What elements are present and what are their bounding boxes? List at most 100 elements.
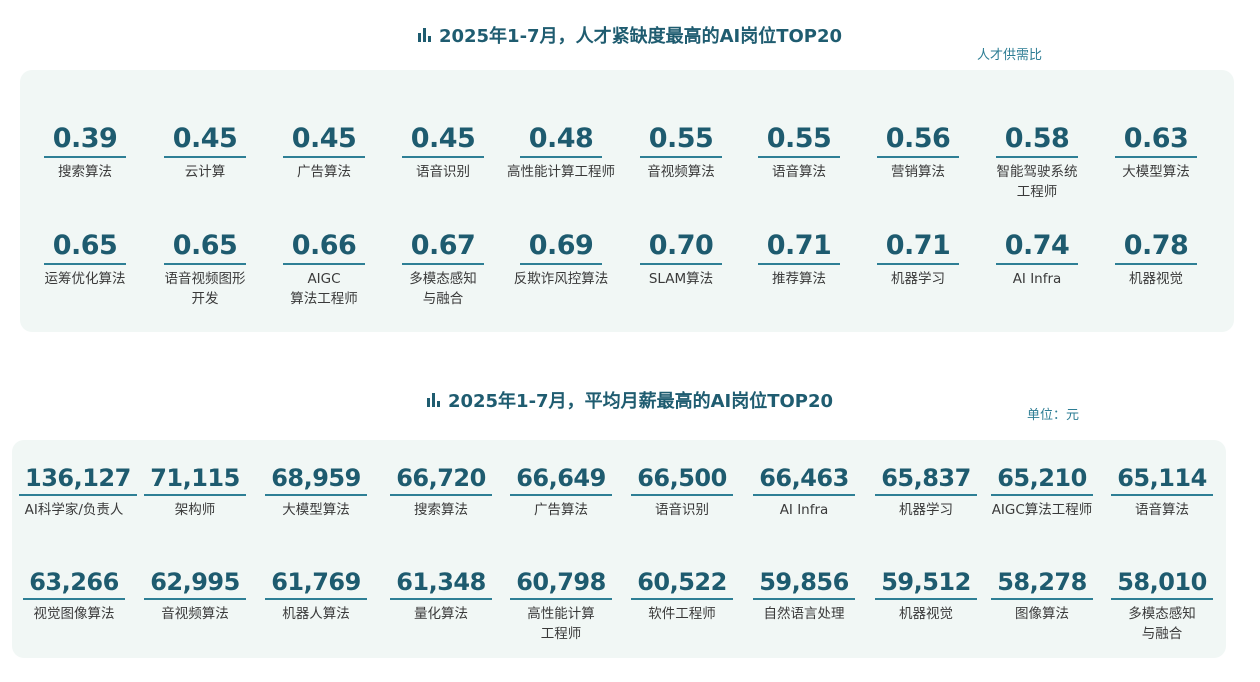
job-value: 0.74 <box>996 230 1078 265</box>
job-value: 0.63 <box>1115 123 1197 158</box>
job-item: 0.58 智能驾驶系统 工程师 <box>982 123 1092 202</box>
job-value: 0.71 <box>758 230 840 265</box>
job-item: 0.69 反欺诈风控算法 <box>506 230 616 289</box>
job-label: 搜索算法 <box>414 502 468 518</box>
job-value: 136,127 <box>19 464 137 496</box>
job-value: 0.78 <box>1115 230 1197 265</box>
job-label: 语音算法 <box>1135 502 1189 518</box>
job-item: 0.39 搜索算法 <box>30 123 140 182</box>
job-value: 0.56 <box>877 123 959 158</box>
job-item: 65,114 语音算法 <box>1107 464 1217 520</box>
job-value: 0.55 <box>640 123 722 158</box>
job-value: 0.67 <box>402 230 484 265</box>
job-label: 高性能计算 工程师 <box>527 606 595 642</box>
job-item: 0.66 AIGC 算法工程师 <box>269 230 379 309</box>
job-item: 0.67 多模态感知 与融合 <box>388 230 498 309</box>
job-item: 0.70 SLAM算法 <box>626 230 736 289</box>
job-item: 65,210 AIGC算法工程师 <box>987 464 1097 520</box>
job-value: 0.71 <box>877 230 959 265</box>
job-item: 61,769 机器人算法 <box>261 568 371 624</box>
job-label: AI Infra <box>1012 271 1062 287</box>
job-value: 66,463 <box>753 464 855 496</box>
job-label: 多模态感知 与融合 <box>409 271 477 307</box>
job-label: 图像算法 <box>1015 606 1069 622</box>
job-value: 0.65 <box>44 230 126 265</box>
job-item: 0.45 语音识别 <box>388 123 498 182</box>
job-label: SLAM算法 <box>648 271 714 287</box>
job-value: 59,512 <box>875 568 977 600</box>
job-item: 0.55 语音算法 <box>744 123 854 182</box>
job-label: 多模态感知 与融合 <box>1128 606 1196 642</box>
job-value: 61,769 <box>265 568 367 600</box>
job-label: 语音识别 <box>655 502 709 518</box>
job-item: 60,522 软件工程师 <box>627 568 737 624</box>
job-label: 反欺诈风控算法 <box>513 271 609 287</box>
job-value: 59,856 <box>753 568 855 600</box>
job-value: 0.69 <box>520 230 602 265</box>
job-value: 0.39 <box>44 123 126 158</box>
job-item: 66,500 语音识别 <box>627 464 737 520</box>
job-label: 音视频算法 <box>161 606 229 622</box>
job-label: 架构师 <box>174 502 216 518</box>
job-label: 机器人算法 <box>282 606 350 622</box>
job-item: 66,649 广告算法 <box>506 464 616 520</box>
bar-chart-icon <box>426 393 440 407</box>
section1-title-text: 2025年1-7月，人才紧缺度最高的AI岗位TOP20 <box>438 26 843 47</box>
job-item: 59,512 机器视觉 <box>871 568 981 624</box>
section1-unit: 人才供需比 <box>977 48 1043 63</box>
job-value: 63,266 <box>23 568 125 600</box>
job-item: 0.71 机器学习 <box>863 230 973 289</box>
job-label: 广告算法 <box>534 502 588 518</box>
job-label: 自然语言处理 <box>763 606 845 622</box>
job-value: 60,522 <box>631 568 733 600</box>
job-label: 量化算法 <box>414 606 468 622</box>
job-label: 智能驾驶系统 工程师 <box>996 164 1078 200</box>
job-label: 机器学习 <box>899 502 953 518</box>
job-label: 推荐算法 <box>772 271 826 287</box>
job-label: 机器学习 <box>891 271 945 287</box>
job-label: 语音算法 <box>772 164 826 180</box>
job-label: 机器视觉 <box>899 606 953 622</box>
job-value: 65,114 <box>1111 464 1213 496</box>
job-item: 0.65 语音视频图形 开发 <box>150 230 260 309</box>
job-item: 61,348 量化算法 <box>386 568 496 624</box>
job-value: 0.58 <box>996 123 1078 158</box>
job-item: 66,463 AI Infra <box>749 464 859 520</box>
job-item: 59,856 自然语言处理 <box>749 568 859 624</box>
job-label: 机器视觉 <box>1129 271 1183 287</box>
job-item: 63,266 视觉图像算法 <box>19 568 129 624</box>
job-item: 0.63 大模型算法 <box>1101 123 1211 182</box>
section1-title: 2025年1-7月，人才紧缺度最高的AI岗位TOP20 <box>0 22 1260 48</box>
job-value: 0.70 <box>640 230 722 265</box>
job-item: 0.45 广告算法 <box>269 123 379 182</box>
job-value: 58,278 <box>991 568 1093 600</box>
job-item: 58,010 多模态感知 与融合 <box>1107 568 1217 644</box>
job-value: 66,720 <box>390 464 492 496</box>
job-value: 60,798 <box>510 568 612 600</box>
job-label: 营销算法 <box>891 164 945 180</box>
job-value: 66,649 <box>510 464 612 496</box>
job-label: 音视频算法 <box>647 164 715 180</box>
job-value: 68,959 <box>265 464 367 496</box>
job-item: 66,720 搜索算法 <box>386 464 496 520</box>
bar-chart-icon <box>417 28 431 42</box>
job-value: 0.45 <box>164 123 246 158</box>
job-item: 0.48 高性能计算工程师 <box>506 123 616 182</box>
job-item: 136,127 AI科学家/负责人 <box>19 464 137 520</box>
section2-panel: 136,127 AI科学家/负责人 71,115 架构师 68,959 大模型算法 66,7… <box>12 440 1226 658</box>
job-label: 高性能计算工程师 <box>507 164 615 180</box>
job-item: 0.55 音视频算法 <box>626 123 736 182</box>
job-label: AIGC 算法工程师 <box>290 271 358 307</box>
job-item: 0.65 运筹优化算法 <box>30 230 140 289</box>
job-label: 大模型算法 <box>1122 164 1190 180</box>
job-value: 0.45 <box>402 123 484 158</box>
job-value: 71,115 <box>144 464 246 496</box>
job-value: 0.66 <box>283 230 365 265</box>
job-value: 62,995 <box>144 568 246 600</box>
section1-panel: 0.39 搜索算法 0.45 云计算 0.45 广告算法 0.45 语音识别 0.48 高性能计算… <box>20 70 1234 332</box>
job-value: 0.45 <box>283 123 365 158</box>
job-label: 广告算法 <box>297 164 351 180</box>
job-value: 65,210 <box>991 464 1093 496</box>
job-item: 0.56 营销算法 <box>863 123 973 182</box>
job-item: 62,995 音视频算法 <box>140 568 250 624</box>
